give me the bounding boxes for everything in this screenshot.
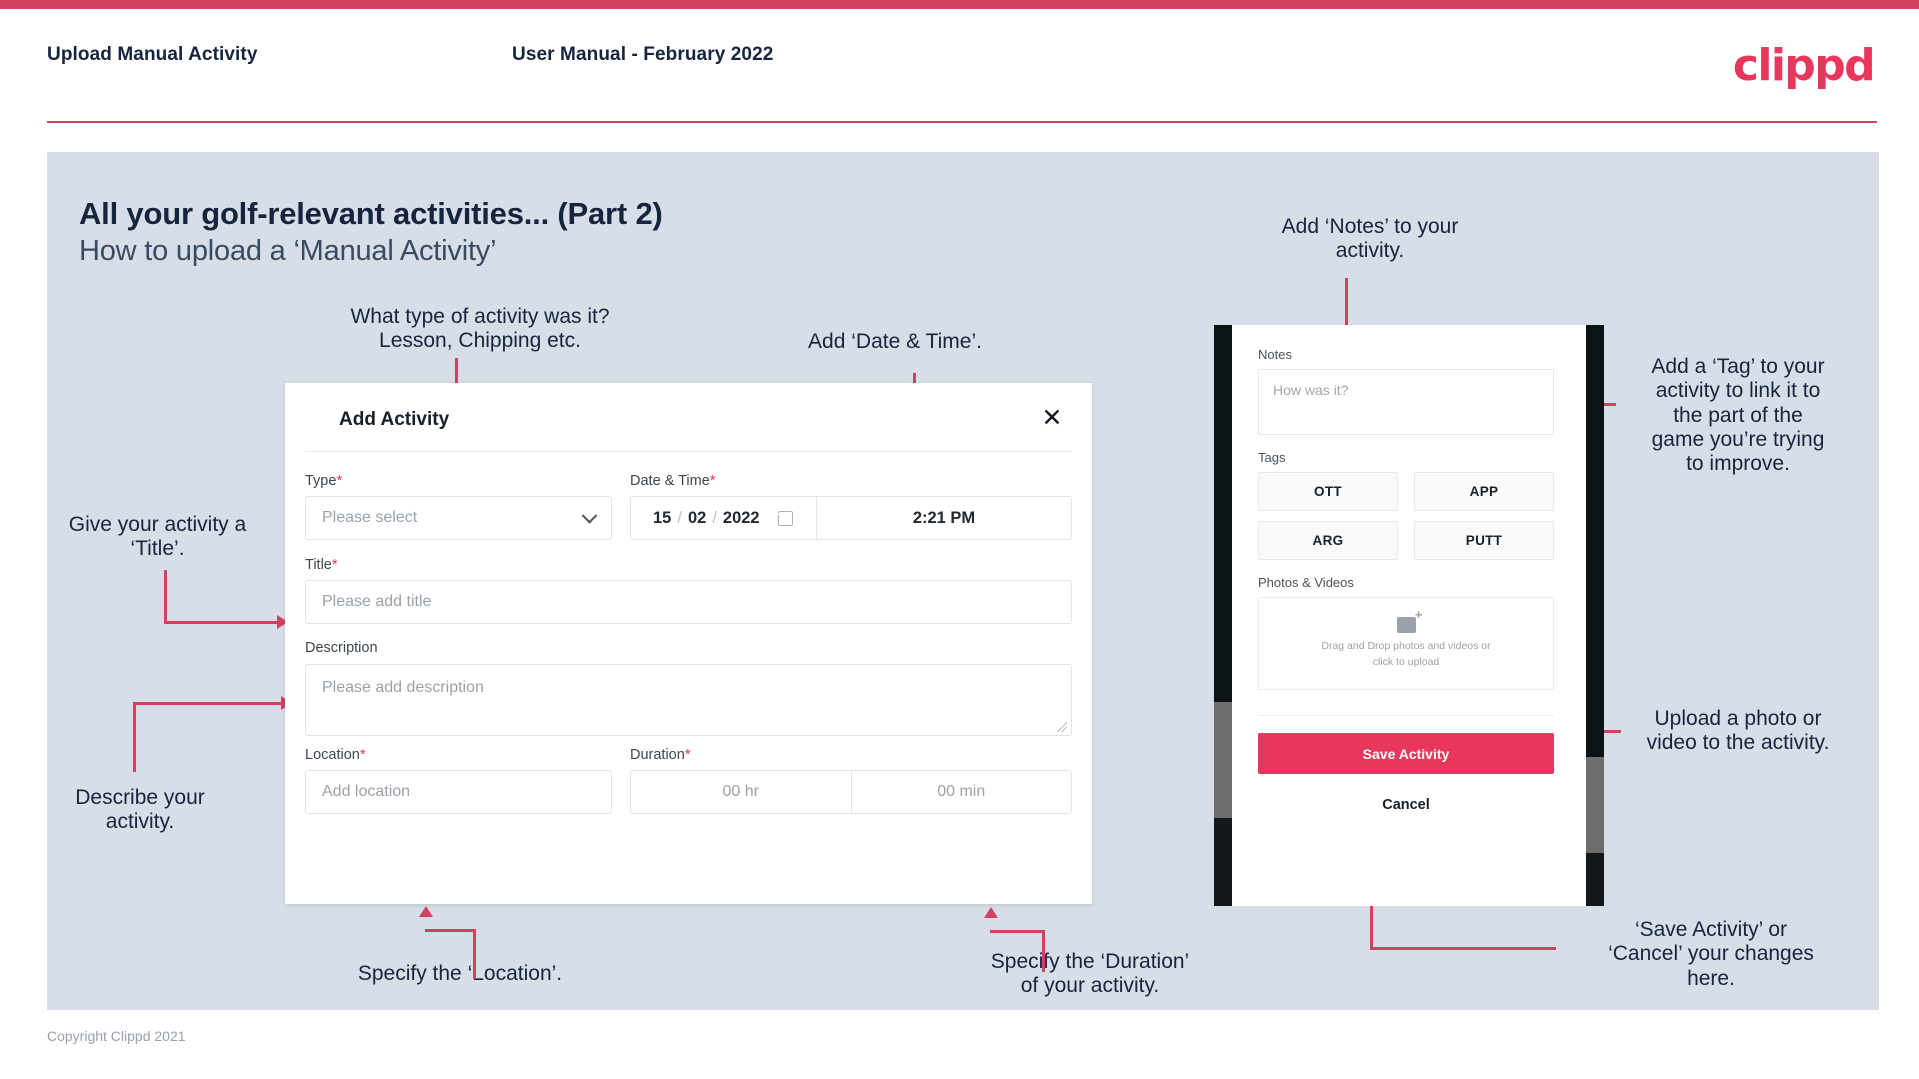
description-label: Description: [305, 640, 378, 656]
location-label: Location*: [305, 746, 366, 763]
phone-mockup: Notes How was it? Tags OTT APP ARG PUTT …: [1214, 325, 1604, 906]
tag-app[interactable]: APP: [1414, 472, 1554, 511]
annotation-tags: Add a ‘Tag’ to your activity to link it …: [1651, 355, 1825, 476]
title-label-text: Title: [305, 557, 332, 573]
duration-label: Duration*: [630, 746, 691, 763]
dropzone-text: Drag and Drop photos and videos or click…: [1321, 640, 1491, 668]
connector-location-h: [425, 929, 476, 932]
description-textarea[interactable]: Please add description: [305, 664, 1072, 736]
annotation-datetime: Add ‘Date & Time’.: [808, 330, 982, 353]
arrowhead-location: [419, 906, 433, 917]
annotation-duration: Specify the ‘Duration’ of your activity.: [990, 950, 1190, 998]
add-image-icon: [1396, 607, 1422, 634]
datetime-field[interactable]: 15 / 02 / 2022 2:21 PM: [630, 496, 1072, 540]
connector-description-h: [133, 702, 285, 705]
phone-bezel-left-lower: [1214, 818, 1232, 906]
date-input[interactable]: 15 / 02 / 2022: [631, 497, 817, 539]
dialog-title: Add Activity: [339, 409, 450, 430]
annotation-type: What type of activity was it? Lesson, Ch…: [350, 305, 610, 353]
date-day: 15: [653, 508, 672, 527]
description-placeholder: Please add description: [322, 679, 484, 696]
slide-page: Upload Manual Activity User Manual - Feb…: [0, 0, 1919, 1079]
location-placeholder: Add location: [322, 783, 411, 800]
title-required: *: [331, 556, 338, 573]
type-label: Type*: [305, 472, 342, 489]
slide-subheading: How to upload a ‘Manual Activity’: [79, 235, 497, 267]
annotation-description: Describe your activity.: [75, 786, 205, 834]
notes-placeholder: How was it?: [1273, 382, 1349, 398]
chevron-down-icon: [581, 508, 598, 524]
phone-bezel-left: [1214, 325, 1232, 906]
slide-heading: All your golf-relevant activities... (Pa…: [79, 196, 663, 231]
notes-label: Notes: [1258, 347, 1292, 362]
connector-title-v: [164, 570, 167, 624]
type-select[interactable]: Please select: [305, 496, 612, 540]
phone-bezel-right: [1586, 325, 1604, 906]
calendar-icon[interactable]: [777, 510, 793, 526]
date-sep-2: /: [712, 508, 717, 527]
connector-duration-h: [990, 930, 1045, 933]
datetime-label: Date & Time*: [630, 472, 716, 489]
phone-volume-button: [1214, 702, 1232, 818]
phone-bezel-right-lower: [1586, 853, 1604, 906]
phone-power-button: [1586, 757, 1604, 853]
add-activity-dialog: Add Activity ✕ Type* Please select Date …: [285, 383, 1092, 904]
connector-duration-v: [1042, 930, 1045, 972]
duration-minutes-input[interactable]: 00 min: [850, 771, 1072, 813]
type-label-text: Type: [305, 473, 337, 489]
connector-title-h: [164, 621, 280, 624]
title-placeholder: Please add title: [322, 593, 432, 610]
annotation-title: Give your activity a ‘Title’.: [68, 513, 247, 561]
document-subtitle: User Manual - February 2022: [512, 44, 774, 65]
duration-hours-input[interactable]: 00 hr: [631, 771, 851, 813]
resize-handle-icon[interactable]: [1057, 722, 1067, 732]
close-icon[interactable]: ✕: [1036, 402, 1068, 434]
photo-upload-dropzone[interactable]: Drag and Drop photos and videos or click…: [1258, 597, 1554, 690]
location-required: *: [359, 746, 366, 763]
photos-label: Photos & Videos: [1258, 575, 1354, 590]
cancel-button[interactable]: Cancel: [1258, 789, 1554, 821]
date-month: 02: [687, 508, 707, 527]
annotation-notes: Add ‘Notes’ to your activity.: [1281, 215, 1459, 263]
location-label-text: Location: [305, 747, 360, 763]
datetime-label-text: Date & Time: [630, 473, 710, 489]
phone-screen: Notes How was it? Tags OTT APP ARG PUTT …: [1232, 325, 1586, 906]
duration-required: *: [684, 746, 691, 763]
connector-location-v: [473, 931, 476, 979]
header-divider: [47, 121, 1877, 123]
page-title: Upload Manual Activity: [47, 44, 258, 65]
clippd-logo: clippd: [1732, 40, 1876, 91]
date-sep-1: /: [677, 508, 682, 527]
tags-label: Tags: [1258, 450, 1286, 465]
tag-ott[interactable]: OTT: [1258, 472, 1398, 511]
title-input[interactable]: Please add title: [305, 580, 1072, 624]
date-year: 2022: [722, 508, 760, 527]
annotation-location: Specify the ‘Location’.: [357, 962, 563, 985]
duration-label-text: Duration: [630, 747, 685, 763]
duration-field: 00 hr 00 min: [630, 770, 1072, 814]
type-value: Please select: [322, 509, 418, 526]
location-input[interactable]: Add location: [305, 770, 612, 814]
title-label: Title*: [305, 556, 338, 573]
connector-description-v: [133, 702, 136, 772]
top-accent-bar: [0, 0, 1919, 9]
tag-putt[interactable]: PUTT: [1414, 521, 1554, 560]
datetime-required: *: [709, 472, 716, 489]
connector-save-h: [1370, 947, 1556, 950]
phone-divider: [1258, 715, 1554, 716]
notes-input[interactable]: How was it?: [1258, 369, 1554, 435]
footer-copyright: Copyright Clippd 2021: [47, 1028, 186, 1044]
save-activity-button[interactable]: Save Activity: [1258, 733, 1554, 774]
arrowhead-duration: [984, 907, 998, 918]
tag-arg[interactable]: ARG: [1258, 521, 1398, 560]
time-input[interactable]: 2:21 PM: [817, 497, 1071, 539]
annotation-photos: Upload a photo or video to the activity.: [1646, 707, 1830, 755]
dialog-divider: [305, 451, 1072, 452]
type-required: *: [336, 472, 343, 489]
annotation-save-cancel: ‘Save Activity’ or ‘Cancel’ your changes…: [1608, 918, 1814, 990]
